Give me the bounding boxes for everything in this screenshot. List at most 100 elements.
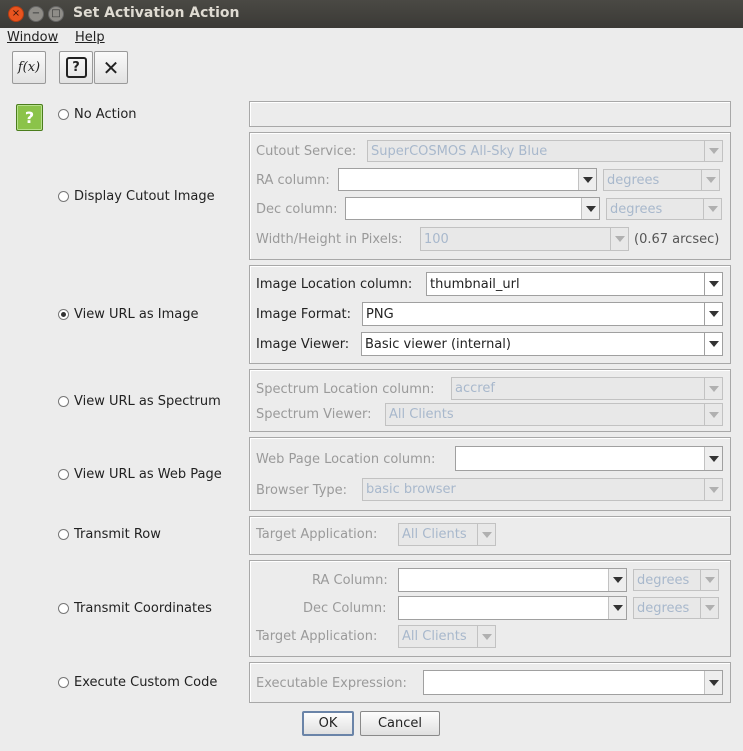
chevron-down-icon <box>704 447 722 470</box>
radio-no-action[interactable]: No Action <box>58 107 137 122</box>
radio-dot <box>58 396 69 407</box>
image-viewer-label: Image Viewer: <box>256 337 350 352</box>
cutout-dec-units-value: degrees <box>610 201 663 217</box>
transmit-dec-select[interactable] <box>398 596 627 620</box>
spectrum-location-value: accref <box>455 381 495 396</box>
close-icon: × <box>11 8 21 19</box>
image-viewer-select[interactable]: Basic viewer (internal) <box>361 332 723 356</box>
cutout-dec-select[interactable] <box>345 197 600 220</box>
cutout-size-spinner[interactable]: 100 <box>420 227 629 251</box>
image-format-select[interactable]: PNG <box>362 302 723 326</box>
cutout-size-label: Width/Height in Pixels: <box>256 232 403 247</box>
cutout-service-value: SuperCOSMOS All-Sky Blue <box>371 143 548 159</box>
chevron-down-icon <box>608 597 626 619</box>
radio-view-url-spectrum[interactable]: View URL as Spectrum <box>58 394 221 409</box>
menu-window-label: Window <box>7 30 59 45</box>
cutout-ra-select[interactable] <box>338 168 597 191</box>
spectrum-location-label: Spectrum Location column: <box>256 382 435 397</box>
window-maximize-button[interactable]: □ <box>48 6 64 22</box>
help-question-glyph: ? <box>24 108 35 127</box>
help-bubble-icon: ? <box>65 57 87 78</box>
image-format-label: Image Format: <box>256 307 352 322</box>
chevron-down-icon <box>608 569 626 591</box>
chevron-down-icon <box>700 570 718 590</box>
chevron-down-icon <box>581 198 599 219</box>
no-action-panel <box>249 101 731 127</box>
transmit-ra-units-select[interactable]: degrees <box>633 569 719 591</box>
menu-bar <box>0 28 743 48</box>
cutout-ra-units-select[interactable]: degrees <box>603 169 720 191</box>
cancel-label: Cancel <box>377 716 423 731</box>
help-button[interactable]: ? <box>59 51 93 84</box>
webpage-location-label: Web Page Location column: <box>256 452 436 467</box>
minimize-icon: − <box>31 8 41 19</box>
image-viewer-value: Basic viewer (internal) <box>365 336 511 352</box>
cutout-dec-units-select[interactable]: degrees <box>606 198 722 220</box>
chevron-down-icon <box>610 228 628 250</box>
executable-expression-input[interactable] <box>423 670 723 695</box>
chevron-down-icon <box>477 524 495 545</box>
transmit-coords-target-label: Target Application: <box>256 629 378 644</box>
radio-label: Transmit Coordinates <box>74 601 212 616</box>
radio-view-url-image[interactable]: View URL as Image <box>58 307 199 322</box>
browser-type-select[interactable]: basic browser <box>362 478 723 501</box>
cutout-service-label: Cutout Service: <box>256 144 357 159</box>
chevron-down-icon <box>704 479 722 500</box>
window-title: Set Activation Action <box>73 5 240 21</box>
chevron-down-icon <box>704 333 722 355</box>
chevron-down-icon <box>704 303 722 325</box>
image-location-label: Image Location column: <box>256 277 413 292</box>
window-close-button[interactable]: × <box>8 6 24 22</box>
radio-label: View URL as Spectrum <box>74 394 221 409</box>
transmit-ra-select[interactable] <box>398 568 627 592</box>
webpage-location-select[interactable] <box>455 446 723 471</box>
chevron-down-icon <box>578 169 596 190</box>
browser-type-label: Browser Type: <box>256 483 348 498</box>
chevron-down-icon <box>703 199 721 219</box>
radio-dot <box>58 469 69 480</box>
chevron-down-icon <box>701 170 719 190</box>
chevron-down-icon <box>700 598 718 618</box>
function-button[interactable]: f(x) <box>12 51 46 84</box>
menu-help[interactable]: Help <box>75 30 105 45</box>
chevron-down-icon <box>704 671 722 694</box>
spectrum-location-select[interactable]: accref <box>451 377 723 400</box>
maximize-icon: □ <box>51 8 61 19</box>
close-button[interactable]: ✕ <box>94 51 128 84</box>
window-minimize-button[interactable]: − <box>28 6 44 22</box>
menu-window[interactable]: Window <box>7 30 58 45</box>
cutout-ra-units-value: degrees <box>607 172 660 188</box>
chevron-down-icon <box>704 404 722 425</box>
transmit-row-target-label: Target Application: <box>256 527 378 542</box>
radio-display-cutout-image[interactable]: Display Cutout Image <box>58 189 215 204</box>
image-location-select[interactable]: thumbnail_url <box>426 272 723 296</box>
cutout-size-value: 100 <box>424 231 449 247</box>
function-icon: f(x) <box>17 60 41 75</box>
radio-dot-selected <box>58 309 69 320</box>
transmit-row-target-value: All Clients <box>402 527 467 542</box>
cancel-button[interactable]: Cancel <box>360 711 440 736</box>
radio-label: View URL as Image <box>74 307 199 322</box>
transmit-dec-units-select[interactable]: degrees <box>633 597 719 619</box>
image-format-value: PNG <box>366 306 394 322</box>
cutout-ra-label: RA column: <box>256 173 330 188</box>
radio-view-url-webpage[interactable]: View URL as Web Page <box>58 467 222 482</box>
transmit-row-target-select[interactable]: All Clients <box>398 523 496 546</box>
radio-execute-custom-code[interactable]: Execute Custom Code <box>58 675 217 690</box>
radio-transmit-row[interactable]: Transmit Row <box>58 527 161 542</box>
radio-label: Transmit Row <box>74 527 161 542</box>
cutout-size-note: (0.67 arcsec) <box>634 232 720 247</box>
image-location-value: thumbnail_url <box>430 276 520 292</box>
transmit-dec-label: Dec Column: <box>303 601 387 616</box>
executable-expression-label: Executable Expression: <box>256 676 407 691</box>
radio-label: Display Cutout Image <box>74 189 215 204</box>
spectrum-viewer-select[interactable]: All Clients <box>385 403 723 426</box>
ok-button[interactable]: OK <box>302 711 354 736</box>
cutout-dec-label: Dec column: <box>256 202 338 217</box>
cutout-service-select[interactable]: SuperCOSMOS All-Sky Blue <box>367 140 723 162</box>
help-question-icon[interactable]: ? <box>16 104 43 131</box>
radio-label: Execute Custom Code <box>74 675 218 690</box>
radio-transmit-coordinates[interactable]: Transmit Coordinates <box>58 601 212 616</box>
transmit-coords-target-select[interactable]: All Clients <box>398 625 496 648</box>
transmit-dec-units-value: degrees <box>637 600 690 616</box>
